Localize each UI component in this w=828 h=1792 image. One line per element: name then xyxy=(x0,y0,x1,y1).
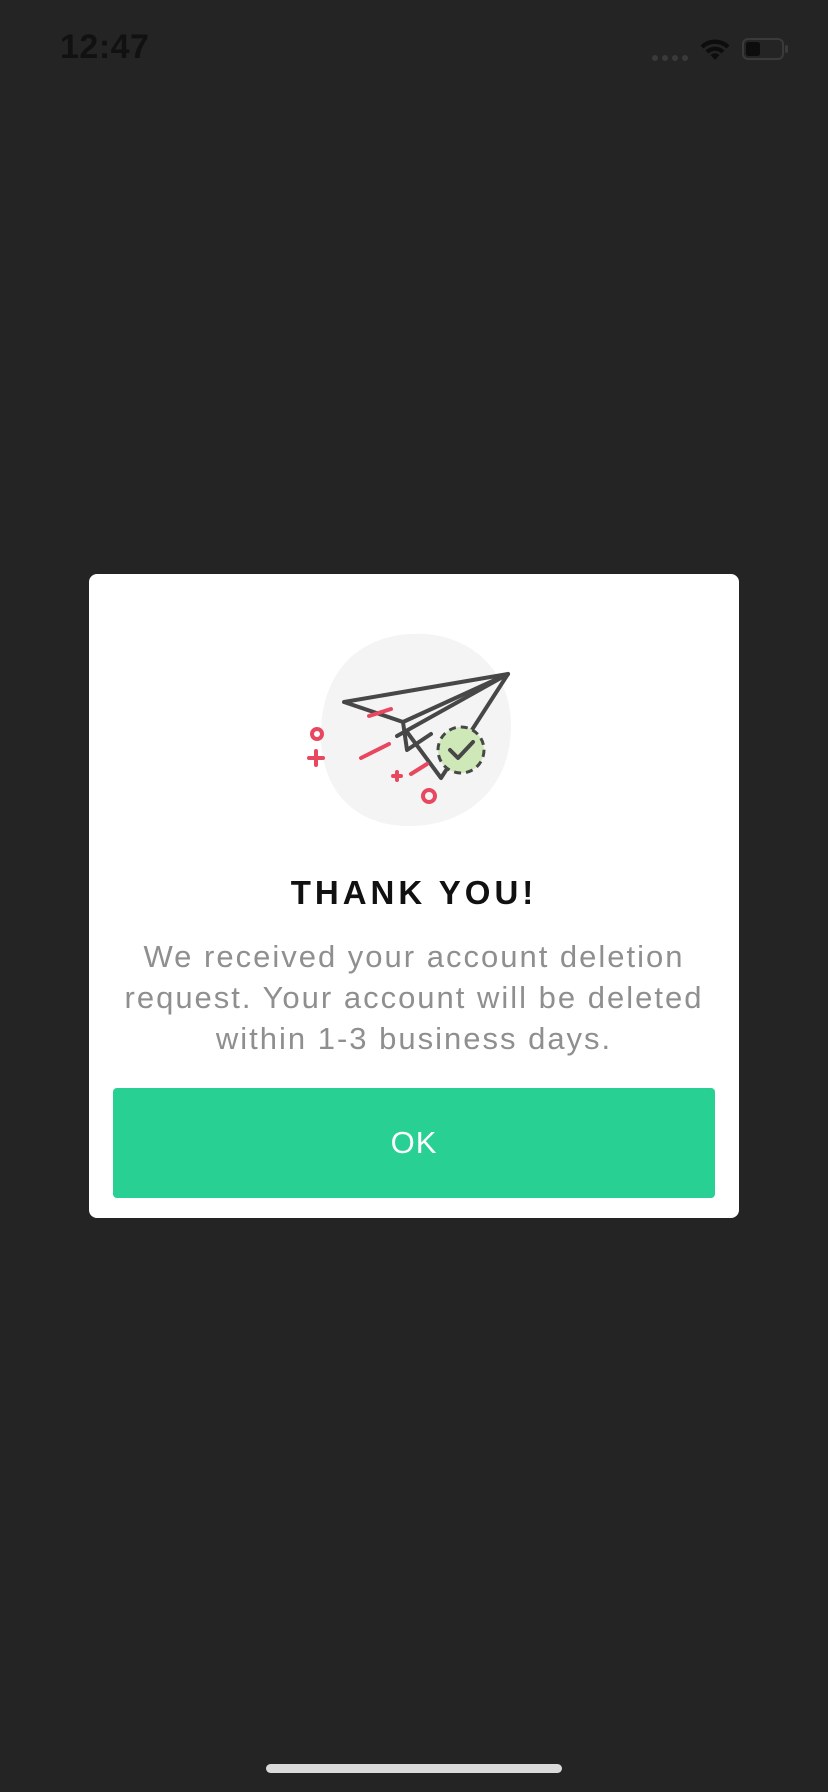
wifi-icon xyxy=(700,39,730,60)
status-time: 12:47 xyxy=(60,28,150,66)
paper-plane-sent-icon xyxy=(307,633,511,826)
confirmation-dialog: THANK YOU! We received your account dele… xyxy=(89,574,739,1218)
ok-button[interactable]: OK xyxy=(113,1088,715,1198)
status-bar: 12:47 xyxy=(0,0,828,100)
battery-icon xyxy=(742,38,788,60)
cellular-signal-icon xyxy=(652,54,692,62)
home-indicator[interactable] xyxy=(266,1764,562,1773)
dialog-title: THANK YOU! xyxy=(290,874,538,911)
dialog-message: We received your account deletion reques… xyxy=(124,939,704,1056)
screen: 12:47 THANK YOU! We received your accoun… xyxy=(0,0,828,1792)
